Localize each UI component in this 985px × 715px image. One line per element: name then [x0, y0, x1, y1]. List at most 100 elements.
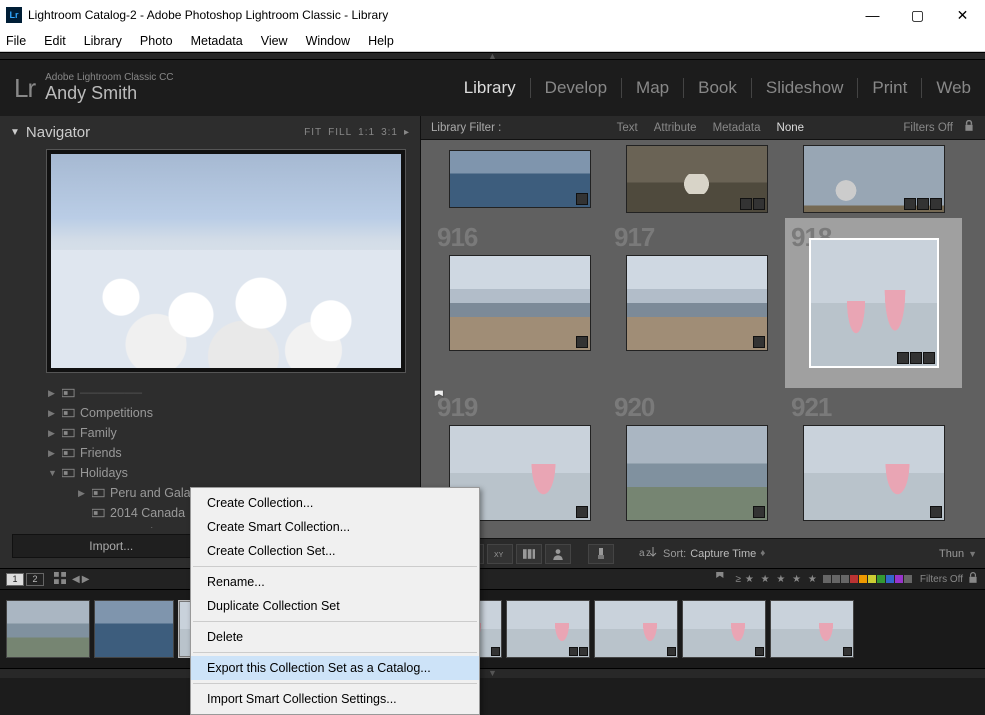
filter-metadata[interactable]: Metadata — [713, 122, 761, 134]
cell-index: 916 — [437, 222, 477, 253]
navigator-title: Navigator — [26, 124, 90, 141]
color-label-swatch[interactable] — [859, 575, 867, 583]
filmstrip-thumbnail[interactable] — [682, 600, 766, 658]
filmstrip[interactable] — [0, 590, 985, 668]
thumbnail-image — [626, 255, 768, 351]
grid-cell[interactable]: 921 — [785, 388, 962, 538]
context-menu-item[interactable]: Duplicate Collection Set — [191, 594, 479, 618]
filter-flag-icon[interactable] — [715, 572, 727, 587]
grid-cell[interactable]: 920 — [608, 388, 785, 538]
module-web[interactable]: Web — [922, 78, 971, 98]
color-label-swatch[interactable] — [904, 575, 912, 583]
grid-cell[interactable]: 916 — [431, 218, 608, 388]
people-view-button[interactable] — [545, 544, 571, 564]
window-maximize-button[interactable]: ▢ — [895, 0, 940, 30]
context-menu-item[interactable]: Delete — [191, 625, 479, 649]
module-print[interactable]: Print — [858, 78, 922, 98]
collection-item[interactable]: ▶Friends — [0, 443, 420, 463]
menu-metadata[interactable]: Metadata — [191, 34, 243, 48]
cell-index: 921 — [791, 392, 831, 423]
grid-cell[interactable]: 918 — [785, 218, 962, 388]
collection-item[interactable]: ▶Competitions — [0, 403, 420, 423]
compare-view-button[interactable]: XY — [487, 544, 513, 564]
context-menu-item[interactable]: Create Smart Collection... — [191, 515, 479, 539]
nav-zoom-3-1[interactable]: 3:1 — [381, 127, 398, 138]
menu-view[interactable]: View — [261, 34, 288, 48]
library-filter-label: Library Filter : — [431, 122, 501, 134]
grid-mode-icon[interactable] — [54, 572, 66, 587]
filmstrip-thumbnail[interactable] — [94, 600, 174, 658]
sort-value-dropdown[interactable]: Capture Time — [690, 548, 756, 560]
filters-off-label[interactable]: Filters Off — [903, 122, 953, 134]
filmstrip-thumbnail[interactable] — [506, 600, 590, 658]
module-map[interactable]: Map — [622, 78, 684, 98]
color-label-swatch[interactable] — [877, 575, 885, 583]
collection-item[interactable]: ▶Family — [0, 423, 420, 443]
context-menu-item[interactable]: Import Smart Collection Settings... — [191, 687, 479, 711]
jump-forward-button[interactable]: ▶ — [82, 574, 90, 585]
toolbar-chevron-icon[interactable]: ▼ — [968, 549, 977, 559]
module-book[interactable]: Book — [684, 78, 752, 98]
menu-file[interactable]: File — [6, 34, 26, 48]
menu-help[interactable]: Help — [368, 34, 394, 48]
filter-text[interactable]: Text — [617, 122, 638, 134]
lock-icon[interactable] — [963, 120, 975, 135]
nav-zoom-fit[interactable]: FIT — [304, 127, 322, 138]
navigator-header[interactable]: ▼ Navigator FITFILL1:13:1▸ — [0, 120, 420, 145]
grid-cell[interactable] — [785, 140, 962, 218]
disclosure-icon: ▶ — [48, 408, 62, 419]
navigator-preview[interactable] — [46, 149, 406, 373]
nav-zoom-more-icon[interactable]: ▸ — [404, 127, 410, 138]
top-panel-collapse[interactable]: ▲ — [0, 52, 985, 60]
context-menu-item[interactable]: Create Collection Set... — [191, 539, 479, 563]
color-label-swatch[interactable] — [850, 575, 858, 583]
color-label-swatch[interactable] — [868, 575, 876, 583]
window-close-button[interactable]: ✕ — [940, 0, 985, 30]
jump-back-button[interactable]: ◀ — [72, 574, 80, 585]
library-filter-bar: Library Filter : Text Attribute Metadata No… — [421, 116, 985, 140]
color-label-swatch[interactable] — [886, 575, 894, 583]
context-menu-item[interactable]: Create Collection... — [191, 491, 479, 515]
filmstrip-thumbnail[interactable] — [770, 600, 854, 658]
sort-chevron-icon: ♦ — [760, 548, 765, 559]
context-menu-item[interactable]: Export this Collection Set as a Catalog.… — [191, 656, 479, 680]
app-icon: Lr — [6, 7, 22, 23]
lock-icon[interactable] — [967, 572, 979, 587]
color-label-swatch[interactable] — [895, 575, 903, 583]
collection-item[interactable]: ▼Holidays — [0, 463, 420, 483]
filmstrip-filters-off[interactable]: Filters Off — [920, 574, 963, 585]
screen-1-button[interactable]: 1 — [6, 573, 24, 586]
menu-edit[interactable]: Edit — [44, 34, 66, 48]
painter-tool-button[interactable] — [588, 544, 614, 564]
color-label-swatch[interactable] — [832, 575, 840, 583]
color-label-swatch[interactable] — [841, 575, 849, 583]
nav-zoom-fill[interactable]: FILL — [328, 127, 352, 138]
survey-view-button[interactable] — [516, 544, 542, 564]
menu-window[interactable]: Window — [306, 34, 350, 48]
module-develop[interactable]: Develop — [531, 78, 622, 98]
rating-stars[interactable]: ★ ★ ★ ★ ★ — [745, 574, 819, 585]
filter-attribute[interactable]: Attribute — [654, 122, 697, 134]
nav-zoom-1-1[interactable]: 1:1 — [358, 127, 375, 138]
context-menu-item[interactable]: Rename... — [191, 570, 479, 594]
grid-cell[interactable] — [608, 140, 785, 218]
import-button[interactable]: Import... — [13, 535, 211, 557]
rating-gte-icon[interactable]: ≥ — [735, 574, 741, 585]
screen-2-button[interactable]: 2 — [26, 573, 44, 586]
filmstrip-thumbnail[interactable] — [6, 600, 90, 658]
grid-cell[interactable] — [431, 140, 608, 218]
grid-toolbar: XY az Sort: Capture Time ♦ Thun ▼ — [421, 538, 985, 568]
thumbnail-grid[interactable]: 916917918919920921 — [421, 140, 985, 538]
grid-cell[interactable]: 917 — [608, 218, 785, 388]
color-label-swatch[interactable] — [823, 575, 831, 583]
module-library[interactable]: Library — [450, 78, 531, 98]
bottom-panel-collapse[interactable]: ▼ — [0, 668, 985, 678]
filter-none[interactable]: None — [777, 122, 805, 134]
menu-photo[interactable]: Photo — [140, 34, 173, 48]
window-minimize-button[interactable]: — — [850, 0, 895, 30]
filmstrip-thumbnail[interactable] — [594, 600, 678, 658]
menu-library[interactable]: Library — [84, 34, 122, 48]
module-slideshow[interactable]: Slideshow — [752, 78, 859, 98]
flag-icon — [433, 390, 447, 409]
sort-direction-button[interactable]: az — [639, 545, 657, 562]
